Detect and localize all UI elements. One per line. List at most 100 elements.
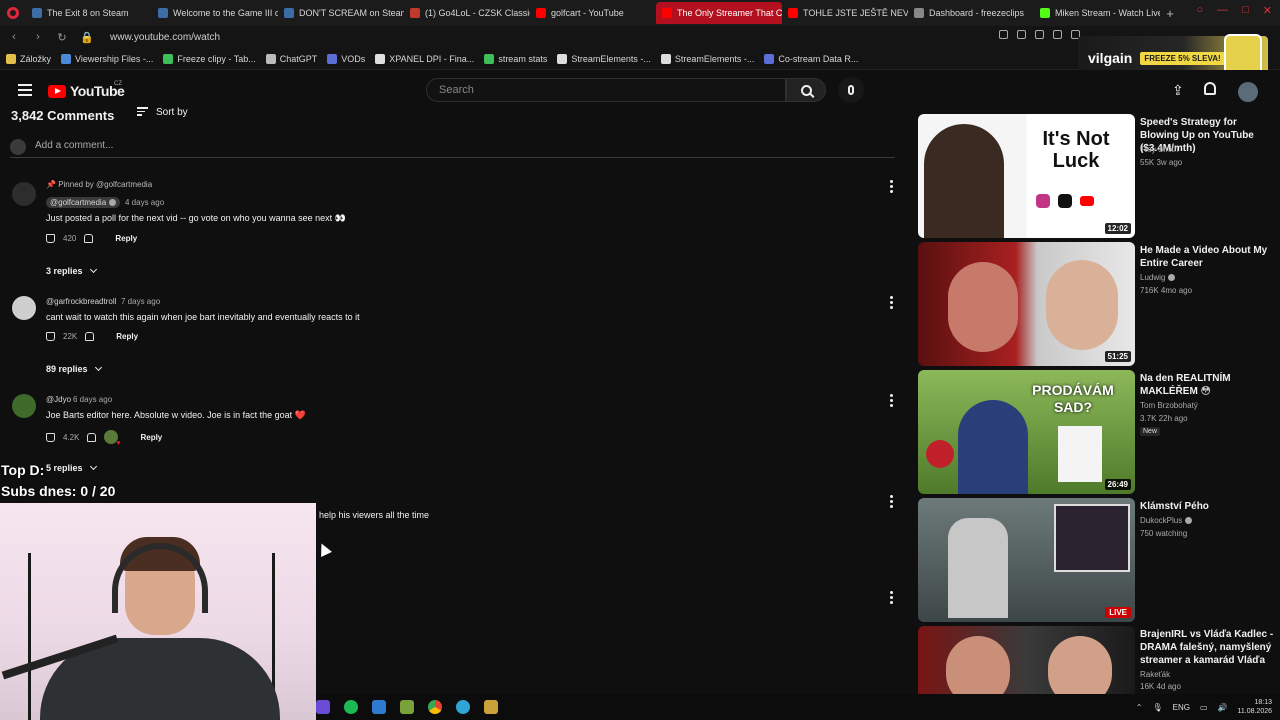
- browser-tab[interactable]: The Exit 8 on Steam: [26, 2, 152, 24]
- video-title[interactable]: He Made a Video About My Entire Career: [1140, 244, 1270, 270]
- browser-tab[interactable]: Miken Stream - Watch Live: [1034, 2, 1160, 24]
- reply-button[interactable]: Reply: [140, 433, 162, 442]
- video-channel[interactable]: Ludwig: [1140, 273, 1176, 282]
- recommended-video[interactable]: It's Not Luck 12:02 Speed's Strategy for…: [918, 114, 1278, 238]
- browser-tab[interactable]: DON'T SCREAM on Steam: [278, 2, 404, 24]
- chrome-taskbar-icon[interactable]: [428, 700, 442, 714]
- dislike-icon[interactable]: [85, 332, 95, 341]
- mic-tray-icon[interactable]: 🎙: [1152, 703, 1162, 712]
- search-input[interactable]: Search: [426, 78, 786, 102]
- bookmark-item[interactable]: VODs: [327, 53, 365, 64]
- comment-time[interactable]: 4 days ago: [125, 198, 164, 207]
- bookmark-item[interactable]: XPANEL DPI - Fina...: [375, 53, 474, 64]
- account-avatar[interactable]: [1238, 82, 1258, 102]
- bookmark-item[interactable]: Záložky: [6, 53, 51, 64]
- browser-tab[interactable]: golfcart - YouTube: [530, 2, 656, 24]
- comment-menu-icon[interactable]: [890, 394, 894, 409]
- vpn-icon[interactable]: [1035, 30, 1044, 39]
- snapshot-icon[interactable]: [1017, 30, 1026, 39]
- video-thumbnail[interactable]: PRODÁVÁM SAD? 26:49: [918, 370, 1135, 494]
- video-title[interactable]: Na den REALITNÍM MAKLÉŘEM 😳: [1140, 372, 1270, 398]
- browser-tab[interactable]: (1) Go4LoL - CZSK Classic: [404, 2, 530, 24]
- recommended-video[interactable]: PRODÁVÁM SAD? 26:49 Na den REALITNÍM MAK…: [918, 370, 1278, 494]
- comment-avatar[interactable]: [12, 296, 36, 320]
- close-window-icon[interactable]: ✕: [1263, 4, 1272, 17]
- browser-tab[interactable]: TOHLE JSTE JEŠTĚ NEVIDĚLI: [782, 2, 908, 24]
- comment-author[interactable]: @golfcartmedia: [46, 197, 121, 208]
- bookmark-item[interactable]: StreamElements -...: [660, 53, 754, 64]
- back-icon[interactable]: ‹: [8, 31, 20, 43]
- player-icon[interactable]: [1053, 30, 1062, 39]
- comment-author[interactable]: @Jdyo: [46, 395, 71, 404]
- reply-button[interactable]: Reply: [115, 234, 137, 243]
- video-channel[interactable]: Troy Smith: [1140, 145, 1178, 154]
- bookmark-icon[interactable]: [999, 30, 1008, 39]
- opera-logo-icon[interactable]: [0, 0, 26, 26]
- new-tab-icon[interactable]: +: [1160, 6, 1180, 21]
- app-taskbar-icon[interactable]: [372, 700, 386, 714]
- create-upload-icon[interactable]: ⇪: [1172, 82, 1184, 99]
- bookmark-item[interactable]: Viewership Files -...: [61, 53, 153, 64]
- replies-toggle[interactable]: 5 replies: [46, 462, 97, 473]
- network-icon[interactable]: ▭: [1200, 703, 1208, 712]
- comment-avatar[interactable]: [12, 394, 36, 418]
- comment-time[interactable]: 7 days ago: [121, 297, 160, 306]
- browser-tab[interactable]: Welcome to the Game III on Steam: [152, 2, 278, 24]
- comment-menu-icon[interactable]: [890, 180, 894, 195]
- voice-search-button[interactable]: [838, 77, 864, 103]
- video-thumbnail[interactable]: [918, 626, 1135, 694]
- reply-button[interactable]: Reply: [116, 332, 138, 341]
- replies-toggle[interactable]: 3 replies: [46, 265, 97, 276]
- comment-time[interactable]: 6 days ago: [73, 395, 112, 404]
- sort-by-button[interactable]: Sort by: [137, 107, 188, 118]
- tray-expand-icon[interactable]: ⌃: [1136, 703, 1143, 712]
- dislike-icon[interactable]: [87, 432, 97, 442]
- video-title[interactable]: Klámství Ρého: [1140, 500, 1270, 513]
- app-taskbar-icon[interactable]: [400, 700, 414, 714]
- language-indicator[interactable]: ENG: [1173, 703, 1190, 712]
- video-channel[interactable]: Rakeťák: [1140, 670, 1170, 679]
- browser-tab[interactable]: Dashboard - freezeclips: [908, 2, 1034, 24]
- video-thumbnail[interactable]: 51:25: [918, 242, 1135, 366]
- volume-icon[interactable]: 🔊: [1218, 703, 1228, 712]
- youtube-logo[interactable]: YouTube: [48, 83, 125, 99]
- reload-icon[interactable]: ↻: [56, 31, 68, 44]
- like-icon[interactable]: [46, 432, 55, 442]
- search-tabs-icon[interactable]: ○: [1196, 4, 1203, 17]
- video-title[interactable]: BrajenIRL vs Vláďa Kadlec - DRAMA falešn…: [1140, 628, 1275, 667]
- spotify-taskbar-icon[interactable]: [344, 700, 358, 714]
- comment-avatar[interactable]: [12, 182, 36, 206]
- like-icon[interactable]: [46, 332, 55, 341]
- forward-icon[interactable]: ›: [32, 31, 44, 43]
- maximize-icon[interactable]: □: [1242, 4, 1249, 17]
- url-field[interactable]: www.youtube.com/watch: [110, 32, 220, 43]
- bookmark-item[interactable]: StreamElements -...: [557, 53, 651, 64]
- recommended-video[interactable]: LIVE Klámství Ρého DukockPlus 750 watchi…: [918, 498, 1278, 622]
- hamburger-menu-icon[interactable]: [18, 84, 32, 99]
- comment-menu-icon[interactable]: [890, 296, 894, 311]
- bookmark-item[interactable]: Freeze clipy - Tab...: [163, 53, 256, 64]
- league-taskbar-icon[interactable]: [484, 700, 498, 714]
- minimize-icon[interactable]: —: [1217, 4, 1228, 17]
- comment-menu-icon[interactable]: [890, 495, 894, 510]
- recommended-video[interactable]: 51:25 He Made a Video About My Entire Ca…: [918, 242, 1278, 366]
- bookmark-item[interactable]: ChatGPT: [265, 53, 317, 64]
- browser-tab[interactable]: The Only Streamer That Co: [656, 2, 782, 24]
- recommended-video[interactable]: BrajenIRL vs Vláďa Kadlec - DRAMA falešn…: [918, 626, 1278, 694]
- bookmark-item[interactable]: Co-stream Data R...: [764, 53, 858, 64]
- like-icon[interactable]: [46, 234, 55, 243]
- video-thumbnail[interactable]: LIVE: [918, 498, 1135, 622]
- app-taskbar-icon[interactable]: [456, 700, 470, 714]
- video-channel[interactable]: DukockPlus: [1140, 516, 1193, 525]
- search-button[interactable]: [786, 78, 826, 102]
- video-thumbnail[interactable]: It's Not Luck 12:02: [918, 114, 1135, 238]
- replies-toggle[interactable]: 89 replies: [46, 363, 102, 374]
- bookmark-item[interactable]: stream stats: [484, 53, 547, 64]
- comment-author[interactable]: @garfrockbreadtroll: [46, 297, 116, 306]
- add-comment-input[interactable]: Add a comment...: [10, 139, 895, 158]
- comment-menu-icon[interactable]: [890, 591, 894, 606]
- notifications-bell-icon[interactable]: [1204, 82, 1216, 95]
- dislike-icon[interactable]: [84, 234, 94, 243]
- discord-taskbar-icon[interactable]: [316, 700, 330, 714]
- clock[interactable]: 18:13 11.08.2026: [1237, 698, 1272, 716]
